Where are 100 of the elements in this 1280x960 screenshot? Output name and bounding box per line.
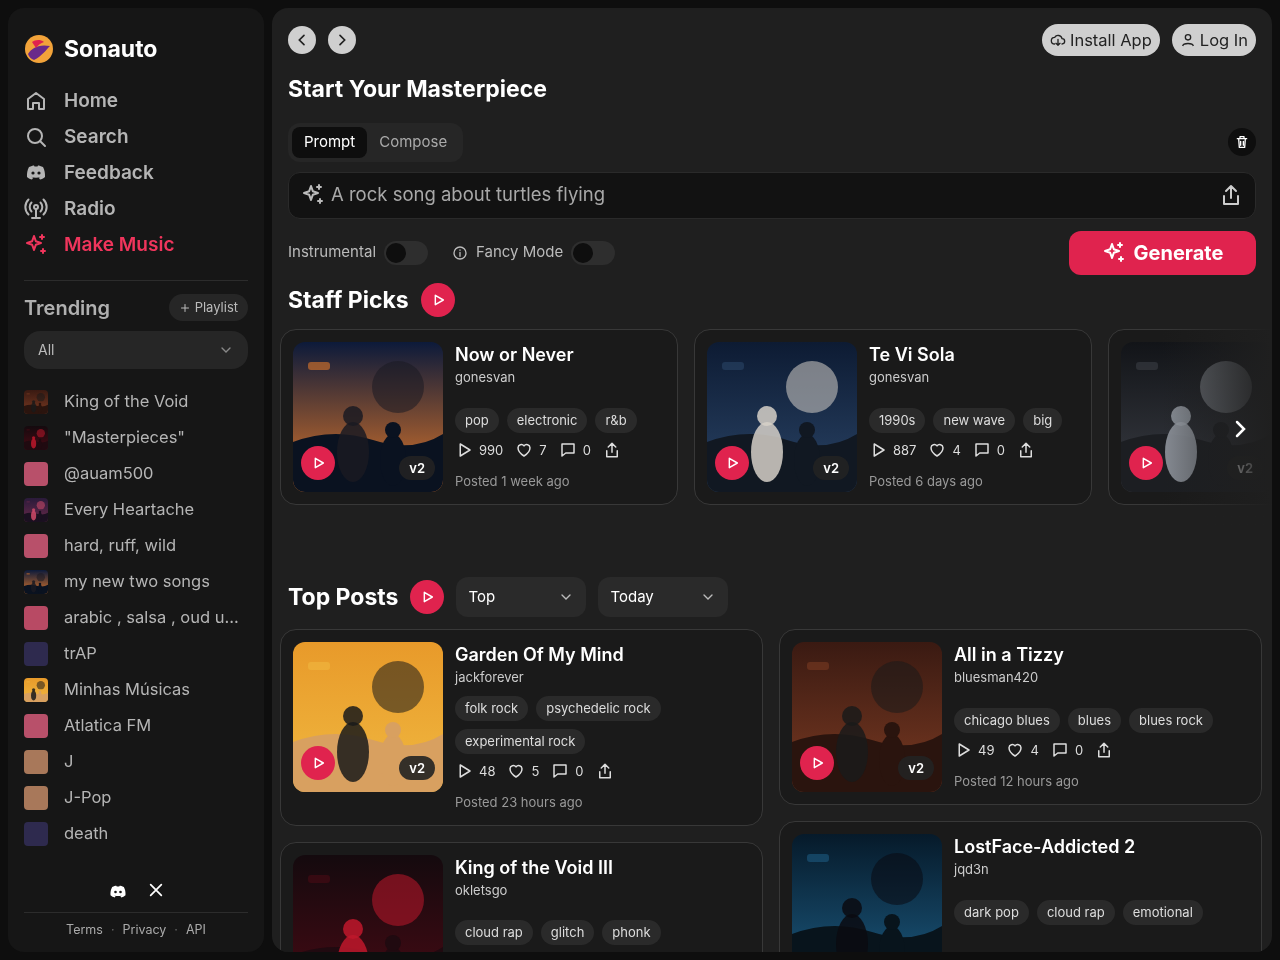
playlist-title: J-Pop <box>64 786 112 810</box>
genre-tag[interactable]: dark pop <box>954 899 1029 925</box>
playlist-title: my new two songs <box>64 570 210 594</box>
separator-dot: · <box>174 921 178 940</box>
trash-icon <box>1234 134 1250 150</box>
author-name[interactable]: okletsgo <box>455 880 661 900</box>
song-title[interactable]: Garden Of My Mind <box>455 642 750 668</box>
genre-tag[interactable]: cloud rap <box>1036 899 1115 925</box>
play-all-button[interactable] <box>420 282 455 317</box>
author-name[interactable]: gonesvan <box>869 368 1063 388</box>
search-icon <box>24 125 48 149</box>
toggle-switch[interactable] <box>571 240 616 265</box>
genre-tag[interactable]: big <box>1023 407 1063 433</box>
comment-icon <box>1050 741 1069 760</box>
playlist-item[interactable]: J <box>24 748 248 775</box>
count: 887 <box>893 440 917 460</box>
playlist-item[interactable]: King of the Void <box>24 388 248 415</box>
playlist-item[interactable]: arabic , salsa , oud u... <box>24 604 248 631</box>
count: 49 <box>978 740 995 760</box>
genre-tag[interactable]: r&b <box>595 407 637 433</box>
footer-link[interactable]: Privacy <box>122 921 167 940</box>
genre-tag[interactable]: 1990s <box>869 407 926 433</box>
section-title: Top Posts <box>288 581 399 613</box>
nav-item[interactable]: Home <box>24 86 248 116</box>
back-button[interactable] <box>288 26 316 54</box>
playlist-title: J <box>64 750 74 774</box>
sort-dropdown[interactable]: Top <box>456 577 587 617</box>
genre-tag[interactable]: pop <box>455 407 499 433</box>
footer-link[interactable]: API <box>185 921 206 940</box>
count: 5 <box>531 761 540 781</box>
tab[interactable]: Prompt <box>292 126 368 158</box>
playlist-item[interactable]: "Masterpieces" <box>24 424 248 451</box>
genre-tag[interactable]: cloud rap <box>455 920 533 945</box>
cloud-download-icon <box>1049 32 1066 48</box>
author-name[interactable]: gonesvan <box>455 368 637 388</box>
song-title[interactable]: LostFace-Addicted 2 <box>954 834 1203 860</box>
genre-tag[interactable]: psychedelic rock <box>536 695 661 721</box>
nav-item[interactable]: Radio <box>24 194 248 224</box>
comment-icon <box>558 441 577 460</box>
song-title[interactable]: All in a Tizzy <box>954 642 1213 668</box>
playlist-title: King of the Void <box>64 390 189 414</box>
user-icon <box>1179 32 1196 48</box>
toggle-label: Instrumental <box>288 241 376 264</box>
playlist-title: arabic , salsa , oud u... <box>64 606 239 630</box>
posted-time: Posted 6 days ago <box>869 472 984 491</box>
count: 0 <box>996 440 1006 460</box>
genre-tag[interactable]: blues rock <box>1129 707 1213 733</box>
genre-tag[interactable]: blues <box>1067 707 1122 733</box>
song-title[interactable]: Te Vi Sola <box>869 342 1063 368</box>
playlist-item[interactable]: my new two songs <box>24 568 248 595</box>
playlist-item[interactable]: death <box>24 820 248 847</box>
playlist-title: Minhas Músicas <box>64 678 190 702</box>
nav-item[interactable]: Search <box>24 122 248 152</box>
prompt-field[interactable]: A rock song about turtles flying <box>288 171 1256 219</box>
nav-item[interactable]: Make Music <box>24 230 248 260</box>
toggle-label: Fancy Mode <box>476 241 564 264</box>
author-name[interactable]: bluesman420 <box>954 668 1213 688</box>
playlist-item[interactable]: hard, ruff, wild <box>24 532 248 559</box>
filter-dropdown[interactable]: All <box>24 330 248 369</box>
comment-icon <box>972 441 991 460</box>
posted-time: Posted 23 hours ago <box>455 793 584 812</box>
playlist-title: "Masterpieces" <box>64 426 186 450</box>
playlist-item[interactable]: Every Heartache <box>24 496 248 523</box>
song-title[interactable]: King of the Void III <box>455 854 661 881</box>
playlist-title: death <box>64 822 109 846</box>
generate-button[interactable]: Generate <box>1069 230 1256 275</box>
genre-tag[interactable]: folk rock <box>455 695 529 721</box>
playlist-item[interactable]: J-Pop <box>24 784 248 811</box>
song-title[interactable]: Now or Never <box>455 342 637 368</box>
toggle-switch[interactable] <box>384 240 428 265</box>
genre-tag[interactable]: new wave <box>933 407 1016 433</box>
home-icon <box>24 89 48 113</box>
genre-tag[interactable]: chicago blues <box>954 707 1060 733</box>
tab[interactable]: Compose <box>367 126 460 158</box>
genre-tag[interactable]: experimental rock <box>455 728 586 754</box>
genre-tag[interactable]: glitch <box>540 920 595 945</box>
footer-link[interactable]: Terms <box>66 921 103 940</box>
login-button[interactable]: Log In <box>1171 24 1256 56</box>
playlist-item[interactable]: trAP <box>24 640 248 667</box>
install-button[interactable]: Install App <box>1041 24 1160 56</box>
author-name[interactable]: jackforever <box>455 668 750 688</box>
playlist-title: trAP <box>64 642 97 666</box>
period-dropdown[interactable]: Today <box>598 577 729 617</box>
playlist-item[interactable]: @auam500 <box>24 460 248 487</box>
forward-button[interactable] <box>328 26 356 54</box>
author-name[interactable]: jqd3n <box>954 860 1203 880</box>
genre-tag[interactable]: phonk <box>602 920 661 945</box>
play-all-button[interactable] <box>410 580 445 614</box>
logo-icon <box>24 34 54 65</box>
genre-tag[interactable]: emotional <box>1122 899 1203 925</box>
playlist-item[interactable]: Atlatica FM <box>24 712 248 739</box>
delete-button[interactable] <box>1228 128 1256 156</box>
genre-tag[interactable]: electronic <box>506 407 588 433</box>
playlist-button[interactable]: Playlist <box>168 294 248 321</box>
count: 0 <box>582 440 591 460</box>
playlist-item[interactable]: Minhas Músicas <box>24 676 248 703</box>
count: 0 <box>575 761 584 781</box>
comment-icon <box>551 762 570 781</box>
prompt-input[interactable]: A rock song about turtles flying <box>331 181 1213 209</box>
nav-item[interactable]: Feedback <box>24 158 248 188</box>
